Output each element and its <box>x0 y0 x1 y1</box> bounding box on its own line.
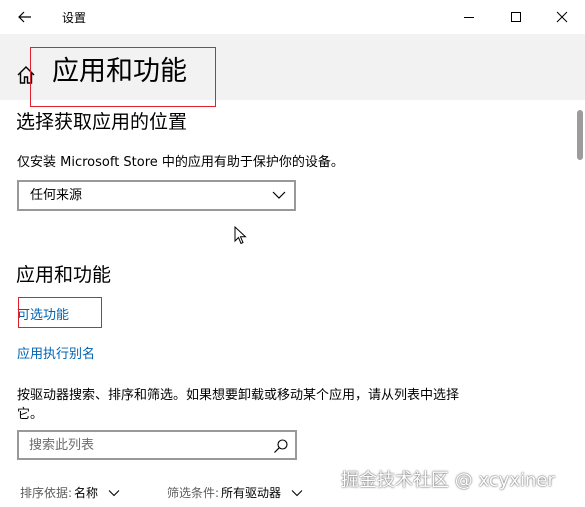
app-execution-aliases-link[interactable]: 应用执行别名 <box>17 346 95 364</box>
page-title: 应用和功能 <box>52 56 187 87</box>
section-heading-apps-features: 应用和功能 <box>16 264 112 286</box>
sort-by-dropdown[interactable]: 排序依据: 名称 <box>20 484 120 502</box>
apps-description: 按驱动器搜索、排序和筛选。如果想要卸载或移动某个应用，请从列表中选择它。 <box>17 388 460 422</box>
search-icon <box>274 439 288 453</box>
maximize-icon <box>511 12 521 22</box>
minimize-button[interactable] <box>450 0 488 34</box>
app-source-dropdown[interactable]: 任何来源 <box>17 180 296 211</box>
filter-by-dropdown[interactable]: 筛选条件: 所有驱动器 <box>167 484 303 502</box>
optional-features-link[interactable]: 可选功能 <box>17 307 69 325</box>
mouse-pointer-icon <box>234 226 247 245</box>
dropdown-selected-value: 任何来源 <box>30 188 83 203</box>
settings-window: 设置 应用和功能 选择获取应用的位置 仅安装 Microsoft Store 中 <box>0 0 585 507</box>
watermark: 掘金技术社区 @ xcyxiner <box>341 470 555 491</box>
close-button[interactable] <box>543 0 581 34</box>
window-title: 设置 <box>62 11 87 25</box>
minimize-icon <box>464 17 474 18</box>
back-arrow-icon <box>18 11 31 23</box>
chevron-down-icon <box>291 490 303 497</box>
section-heading-app-source: 选择获取应用的位置 <box>16 111 188 133</box>
search-input[interactable] <box>29 436 259 454</box>
close-icon <box>556 11 568 23</box>
home-button[interactable] <box>16 65 36 85</box>
home-icon <box>17 66 35 84</box>
vertical-scrollbar[interactable] <box>577 110 583 160</box>
title-bar: 设置 <box>0 0 585 34</box>
app-source-description: 仅安装 Microsoft Store 中的应用有助于保护你的设备。 <box>17 155 344 170</box>
chevron-down-icon <box>272 191 286 199</box>
chevron-down-icon <box>108 490 120 497</box>
filter-label: 筛选条件: <box>167 486 220 500</box>
sort-label: 排序依据: <box>20 486 73 500</box>
back-button[interactable] <box>10 4 40 30</box>
maximize-button[interactable] <box>497 0 535 34</box>
sort-value: 名称 <box>74 486 99 500</box>
page-header: 应用和功能 <box>0 34 585 100</box>
filter-value: 所有驱动器 <box>221 486 282 500</box>
search-list-box[interactable] <box>17 430 297 460</box>
